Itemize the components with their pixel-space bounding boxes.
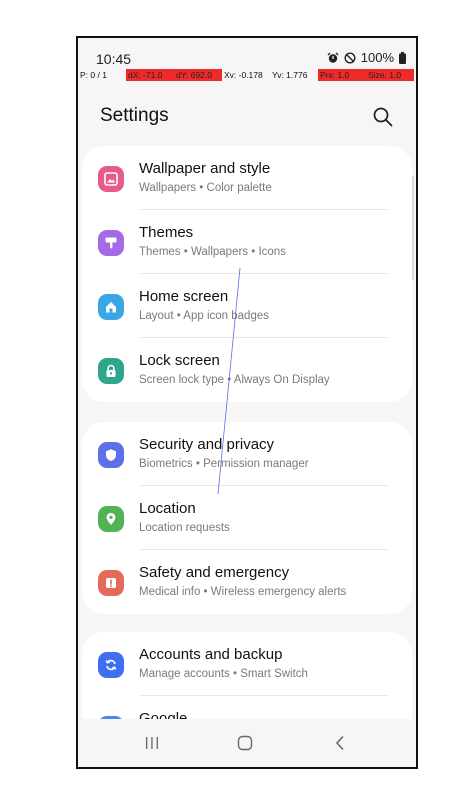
recents-icon[interactable] (140, 731, 164, 755)
status-icons: 100% (327, 50, 406, 65)
status-time: 10:45 (96, 51, 132, 67)
themes-brush-icon (98, 230, 124, 256)
lock-icon (98, 358, 124, 384)
settings-item-wallpaper-and-style[interactable]: Wallpaper and style Wallpapers • Color p… (82, 146, 412, 210)
back-icon[interactable] (328, 731, 352, 755)
settings-group-display: Wallpaper and style Wallpapers • Color p… (82, 146, 412, 402)
item-subtitle: Themes • Wallpapers • Icons (139, 246, 286, 258)
item-subtitle: Wallpapers • Color palette (139, 182, 272, 194)
wallpaper-icon (98, 166, 124, 192)
alarm-icon (327, 52, 339, 64)
settings-item-security-and-privacy[interactable]: Security and privacy Biometrics • Permis… (82, 422, 412, 486)
battery-icon (399, 51, 406, 64)
item-title: Home screen (139, 288, 229, 305)
settings-item-lock-screen[interactable]: Lock screen Screen lock type • Always On… (82, 338, 412, 402)
alert-icon (98, 570, 124, 596)
debug-pointer: P: 0 / 1 (80, 70, 107, 80)
debug-dy: dY: 692.0 (174, 69, 222, 81)
sync-icon (98, 652, 124, 678)
do-not-disturb-icon (344, 51, 356, 64)
phone-screen: 10:45 100% P: 0 / 1 dX: -71.0 dY: 692.0 … (76, 36, 418, 769)
settings-item-location[interactable]: Location Location requests (82, 486, 412, 550)
item-subtitle: Medical info • Wireless emergency alerts (139, 586, 347, 598)
shield-icon (98, 442, 124, 468)
settings-item-safety-and-emergency[interactable]: Safety and emergency Medical info • Wire… (82, 550, 412, 614)
item-title: Wallpaper and style (139, 160, 271, 177)
item-title: Security and privacy (139, 436, 275, 453)
navigation-bar (78, 719, 416, 767)
settings-item-home-screen[interactable]: Home screen Layout • App icon badges (82, 274, 412, 338)
battery-percentage: 100% (360, 50, 394, 65)
item-subtitle: Location requests (139, 522, 230, 534)
debug-yv: Yv: 1.776 (272, 70, 308, 80)
item-subtitle: Biometrics • Permission manager (139, 458, 309, 470)
status-bar: 10:45 100% (78, 38, 416, 68)
debug-prs: Prs: 1.0 (318, 69, 366, 81)
item-subtitle: Screen lock type • Always On Display (139, 374, 330, 386)
home-button-icon[interactable] (233, 731, 257, 755)
page-title: Settings (100, 105, 169, 126)
item-title: Lock screen (139, 352, 220, 369)
pointer-debug-overlay: P: 0 / 1 dX: -71.0 dY: 692.0 Xv: -0.178 … (78, 69, 416, 81)
item-subtitle: Layout • App icon badges (139, 310, 269, 322)
location-pin-icon (98, 506, 124, 532)
settings-item-themes[interactable]: Themes Themes • Wallpapers • Icons (82, 210, 412, 274)
item-subtitle: Manage accounts • Smart Switch (139, 668, 308, 680)
settings-group-security: Security and privacy Biometrics • Permis… (82, 422, 412, 614)
home-icon (98, 294, 124, 320)
item-title: Location (139, 500, 196, 517)
debug-dx: dX: -71.0 (126, 69, 174, 81)
settings-header: Settings (78, 98, 416, 134)
settings-item-accounts-and-backup[interactable]: Accounts and backup Manage accounts • Sm… (82, 632, 412, 696)
item-title: Accounts and backup (139, 646, 283, 663)
search-icon[interactable] (372, 106, 394, 128)
item-title: Safety and emergency (139, 564, 290, 581)
debug-size: Size: 1.0 (366, 69, 414, 81)
debug-xv: Xv: -0.178 (224, 70, 263, 80)
item-title: Themes (139, 224, 194, 241)
